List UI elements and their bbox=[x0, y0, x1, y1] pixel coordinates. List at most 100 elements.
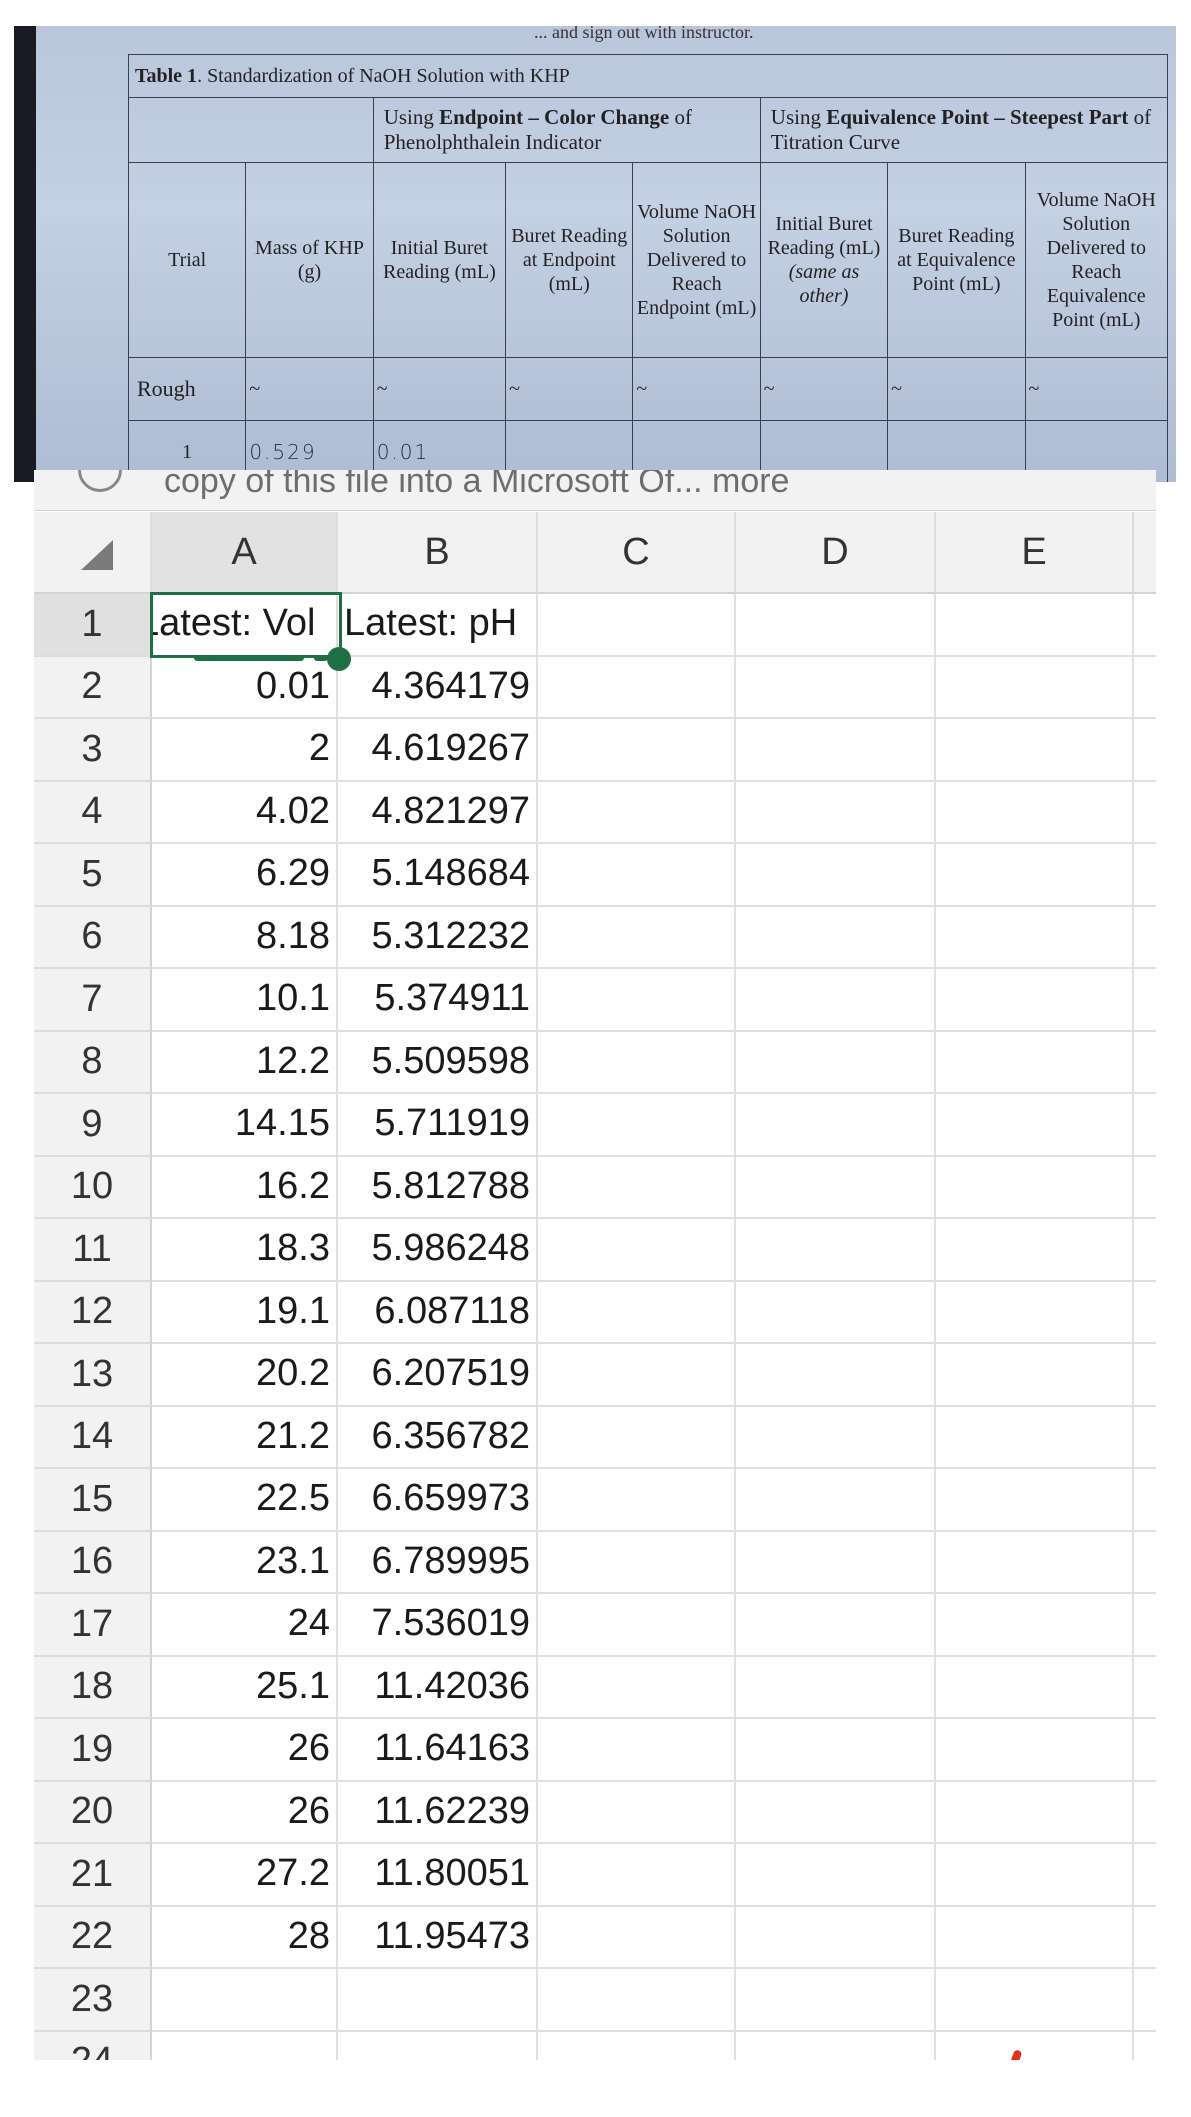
cell-e13[interactable] bbox=[936, 1344, 1134, 1407]
cell-d24[interactable] bbox=[736, 2031, 936, 2060]
cell-e16[interactable] bbox=[936, 1531, 1134, 1594]
row-header-11[interactable]: 11 bbox=[34, 1219, 152, 1282]
cell-d10[interactable] bbox=[736, 1156, 936, 1219]
cell-b11[interactable]: 5.986248 bbox=[338, 1219, 538, 1282]
cell-c11[interactable] bbox=[538, 1219, 736, 1282]
cell-b6[interactable]: 5.312232 bbox=[338, 906, 538, 969]
cell-c9[interactable] bbox=[538, 1094, 736, 1157]
cell-b5[interactable]: 5.148684 bbox=[338, 844, 538, 907]
cell-f20[interactable] bbox=[1134, 1782, 1156, 1844]
cell-c18[interactable] bbox=[538, 1656, 736, 1719]
cell-b15[interactable]: 6.659973 bbox=[338, 1469, 538, 1532]
cell-d9[interactable] bbox=[736, 1094, 936, 1157]
cell-c2[interactable] bbox=[538, 656, 736, 719]
cell-f9[interactable] bbox=[1134, 1094, 1156, 1157]
cell-a4[interactable]: 4.02 bbox=[152, 781, 338, 844]
cell-d20[interactable] bbox=[736, 1781, 936, 1844]
cell-a21[interactable]: 27.2 bbox=[152, 1844, 338, 1907]
cell-e21[interactable] bbox=[936, 1844, 1134, 1907]
cell-a11[interactable]: 18.3 bbox=[152, 1219, 338, 1282]
cell-b7[interactable]: 5.374911 bbox=[338, 969, 538, 1032]
cell-d17[interactable] bbox=[736, 1594, 936, 1657]
cell-d16[interactable] bbox=[736, 1531, 936, 1594]
cell-c16[interactable] bbox=[538, 1531, 736, 1594]
cell-d22[interactable] bbox=[736, 1906, 936, 1969]
cell-c24[interactable] bbox=[538, 2031, 736, 2060]
row-header-21[interactable]: 21 bbox=[34, 1844, 152, 1907]
cell-d5[interactable] bbox=[736, 844, 936, 907]
cell-e3[interactable] bbox=[936, 719, 1134, 782]
row-header-22[interactable]: 22 bbox=[34, 1906, 152, 1969]
row-header-2[interactable]: 2 bbox=[34, 656, 152, 719]
cell-f5[interactable] bbox=[1134, 844, 1156, 907]
cell-c15[interactable] bbox=[538, 1469, 736, 1532]
spreadsheet-grid[interactable]: A B C D E 1 Latest: Vol Latest: pH 2 0.01 4.3… bbox=[34, 512, 1156, 2060]
cell-b3[interactable]: 4.619267 bbox=[338, 719, 538, 782]
cell-d14[interactable] bbox=[736, 1406, 936, 1469]
select-all-corner[interactable] bbox=[34, 512, 152, 594]
row-header-15[interactable]: 15 bbox=[34, 1469, 152, 1532]
cell-a12[interactable]: 19.1 bbox=[152, 1281, 338, 1344]
cell-b23[interactable] bbox=[338, 1969, 538, 2032]
cell-f21[interactable] bbox=[1134, 1844, 1156, 1907]
cell-b1[interactable]: Latest: pH bbox=[338, 594, 538, 657]
row-header-6[interactable]: 6 bbox=[34, 906, 152, 969]
cell-f10[interactable] bbox=[1134, 1157, 1156, 1219]
row-header-4[interactable]: 4 bbox=[34, 781, 152, 844]
cell-a6[interactable]: 8.18 bbox=[152, 906, 338, 969]
cell-e23[interactable] bbox=[936, 1969, 1134, 2032]
cell-f17[interactable] bbox=[1134, 1594, 1156, 1657]
cell-d15[interactable] bbox=[736, 1469, 936, 1532]
cell-b10[interactable]: 5.812788 bbox=[338, 1156, 538, 1219]
cell-f1[interactable] bbox=[1134, 594, 1156, 657]
cell-a24[interactable] bbox=[152, 2031, 338, 2060]
column-header-e[interactable]: E bbox=[936, 512, 1134, 594]
cell-b17[interactable]: 7.536019 bbox=[338, 1594, 538, 1657]
cell-d18[interactable] bbox=[736, 1656, 936, 1719]
row-header-20[interactable]: 20 bbox=[34, 1781, 152, 1844]
cell-a5[interactable]: 6.29 bbox=[152, 844, 338, 907]
cell-a2[interactable]: 0.01 bbox=[152, 656, 338, 719]
cell-e4[interactable] bbox=[936, 781, 1134, 844]
row-header-9[interactable]: 9 bbox=[34, 1094, 152, 1157]
cell-c21[interactable] bbox=[538, 1844, 736, 1907]
cell-d1[interactable] bbox=[736, 594, 936, 657]
cell-f16[interactable] bbox=[1134, 1532, 1156, 1594]
cell-e10[interactable] bbox=[936, 1156, 1134, 1219]
cell-c14[interactable] bbox=[538, 1406, 736, 1469]
cell-e8[interactable] bbox=[936, 1031, 1134, 1094]
row-header-24[interactable]: 24 bbox=[34, 2031, 152, 2060]
cell-b20[interactable]: 11.62239 bbox=[338, 1781, 538, 1844]
cell-f13[interactable] bbox=[1134, 1344, 1156, 1407]
cell-c1[interactable] bbox=[538, 594, 736, 657]
row-header-18[interactable]: 18 bbox=[34, 1656, 152, 1719]
cell-c4[interactable] bbox=[538, 781, 736, 844]
row-header-5[interactable]: 5 bbox=[34, 844, 152, 907]
cell-f12[interactable] bbox=[1134, 1282, 1156, 1344]
cell-d6[interactable] bbox=[736, 906, 936, 969]
cell-b18[interactable]: 11.42036 bbox=[338, 1656, 538, 1719]
cell-d23[interactable] bbox=[736, 1969, 936, 2032]
cell-a1[interactable]: Latest: Vol bbox=[152, 594, 338, 657]
cell-e14[interactable] bbox=[936, 1406, 1134, 1469]
cell-f4[interactable] bbox=[1134, 782, 1156, 844]
cell-c13[interactable] bbox=[538, 1344, 736, 1407]
cell-c23[interactable] bbox=[538, 1969, 736, 2032]
column-header-f-partial[interactable] bbox=[1134, 512, 1156, 594]
cell-f24[interactable] bbox=[1134, 2032, 1156, 2061]
cell-e24[interactable] bbox=[936, 2031, 1134, 2060]
cell-b9[interactable]: 5.711919 bbox=[338, 1094, 538, 1157]
cell-e9[interactable] bbox=[936, 1094, 1134, 1157]
notification-banner[interactable]: copy of this file into a Microsoft Of...… bbox=[34, 470, 1156, 511]
cell-a15[interactable]: 22.5 bbox=[152, 1469, 338, 1532]
cell-a3[interactable]: 2 bbox=[152, 719, 338, 782]
cell-c3[interactable] bbox=[538, 719, 736, 782]
cell-a19[interactable]: 26 bbox=[152, 1719, 338, 1782]
cell-e2[interactable] bbox=[936, 656, 1134, 719]
cell-f3[interactable] bbox=[1134, 719, 1156, 782]
cell-d4[interactable] bbox=[736, 781, 936, 844]
cell-a14[interactable]: 21.2 bbox=[152, 1406, 338, 1469]
cell-b22[interactable]: 11.95473 bbox=[338, 1906, 538, 1969]
cell-e6[interactable] bbox=[936, 906, 1134, 969]
row-header-13[interactable]: 13 bbox=[34, 1344, 152, 1407]
